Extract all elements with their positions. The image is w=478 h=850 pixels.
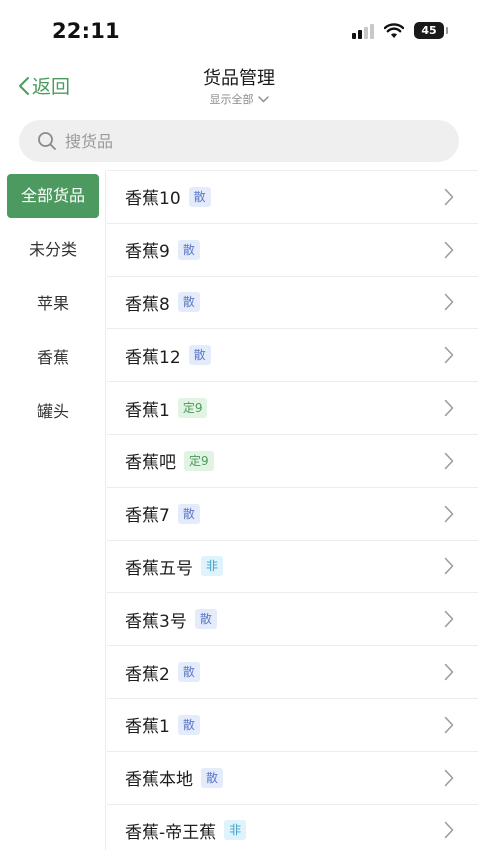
product-row[interactable]: 香蕉-帝王蕉非 <box>107 805 478 850</box>
chevron-right-icon <box>444 347 454 364</box>
product-row[interactable]: 香蕉2 散 <box>107 646 478 699</box>
category-sidebar: 全部货品 未分类 苹果 香蕉 罐头 <box>0 170 106 850</box>
product-row[interactable]: 香蕉12 散 <box>107 329 478 383</box>
category-banana[interactable]: 香蕉 <box>7 336 99 380</box>
product-row[interactable]: 香蕉吧 定9 <box>107 435 478 488</box>
chevron-right-icon <box>444 452 454 470</box>
product-name: 香蕉8 <box>125 294 170 315</box>
chevron-right-icon <box>444 558 454 575</box>
product-row[interactable]: 香蕉7 散 <box>107 488 478 541</box>
product-name: 香蕉五号 <box>125 558 193 579</box>
product-row[interactable]: 香蕉3号散 <box>107 593 478 647</box>
category-all[interactable]: 全部货品 <box>7 174 99 218</box>
product-name: 香蕉吧 <box>125 453 176 474</box>
search-icon <box>38 132 56 150</box>
battery-icon: 45 <box>414 22 448 39</box>
status-bar: 22:11 45 <box>0 0 478 64</box>
category-canned[interactable]: 罐头 <box>7 390 99 434</box>
product-name: 香蕉1 <box>125 400 170 421</box>
product-tag-badge: 散 <box>177 662 200 683</box>
product-tag-badge: 非 <box>201 556 224 577</box>
chevron-right-icon <box>444 399 454 417</box>
product-row[interactable]: 香蕉8 散 <box>107 277 478 330</box>
product-row[interactable]: 香蕉五号非 <box>107 541 478 594</box>
product-list: 香蕉10 散香蕉9 散香蕉8 散香蕉12 散香蕉1 定9 香蕉吧 定9 香蕉7 散香蕉五号非香蕉3… <box>107 170 478 850</box>
chevron-right-icon <box>444 505 454 522</box>
navigation-bar: 返回 货品管理 显示全部 <box>0 60 478 112</box>
chevron-down-icon <box>257 95 269 102</box>
product-name: 香蕉3号 <box>125 611 187 632</box>
status-icons: 45 <box>352 22 448 39</box>
status-time: 22:11 <box>52 19 120 43</box>
chevron-right-icon <box>444 769 454 786</box>
product-tag-badge: 非 <box>224 820 247 841</box>
search-bar[interactable] <box>19 120 459 162</box>
product-name: 香蕉10 <box>125 189 181 210</box>
product-row[interactable]: 香蕉10 散 <box>107 171 478 224</box>
wifi-icon <box>384 22 404 38</box>
cellular-signal-icon <box>352 23 374 39</box>
product-row[interactable]: 香蕉1 散 <box>107 699 478 752</box>
product-tag-badge: 定9 <box>184 450 214 471</box>
filter-label: 显示全部 <box>209 93 254 106</box>
chevron-right-icon <box>444 294 454 311</box>
category-apple[interactable]: 苹果 <box>7 282 99 326</box>
product-tag-badge: 散 <box>194 609 217 630</box>
product-row[interactable]: 香蕉本地散 <box>107 752 478 805</box>
product-name: 香蕉9 <box>125 242 170 263</box>
product-name: 香蕉本地 <box>125 770 193 791</box>
product-name: 香蕉12 <box>125 347 181 368</box>
chevron-right-icon <box>444 611 454 628</box>
product-row[interactable]: 香蕉1 定9 <box>107 382 478 435</box>
product-tag-badge: 散 <box>177 292 200 313</box>
product-name: 香蕉-帝王蕉 <box>125 822 217 843</box>
product-tag-badge: 定9 <box>177 398 208 419</box>
product-tag-badge: 散 <box>177 239 200 260</box>
product-tag-badge: 散 <box>188 345 211 366</box>
product-row[interactable]: 香蕉9 散 <box>107 224 478 277</box>
product-tag-badge: 散 <box>188 186 211 207</box>
filter-dropdown[interactable]: 显示全部 <box>0 91 478 107</box>
chevron-right-icon <box>444 716 454 734</box>
product-name: 香蕉2 <box>125 664 170 685</box>
chevron-right-icon <box>444 241 454 258</box>
product-tag-badge: 散 <box>177 714 200 735</box>
product-name: 香蕉1 <box>125 717 170 738</box>
product-name: 香蕉7 <box>125 506 170 527</box>
product-tag-badge: 散 <box>177 503 200 524</box>
category-uncategorized[interactable]: 未分类 <box>7 228 99 272</box>
chevron-right-icon <box>444 663 454 681</box>
page-title: 货品管理 <box>203 68 275 89</box>
product-tag-badge: 散 <box>201 767 224 788</box>
chevron-right-icon <box>444 822 454 839</box>
chevron-right-icon <box>444 188 454 206</box>
search-input[interactable] <box>65 131 425 151</box>
